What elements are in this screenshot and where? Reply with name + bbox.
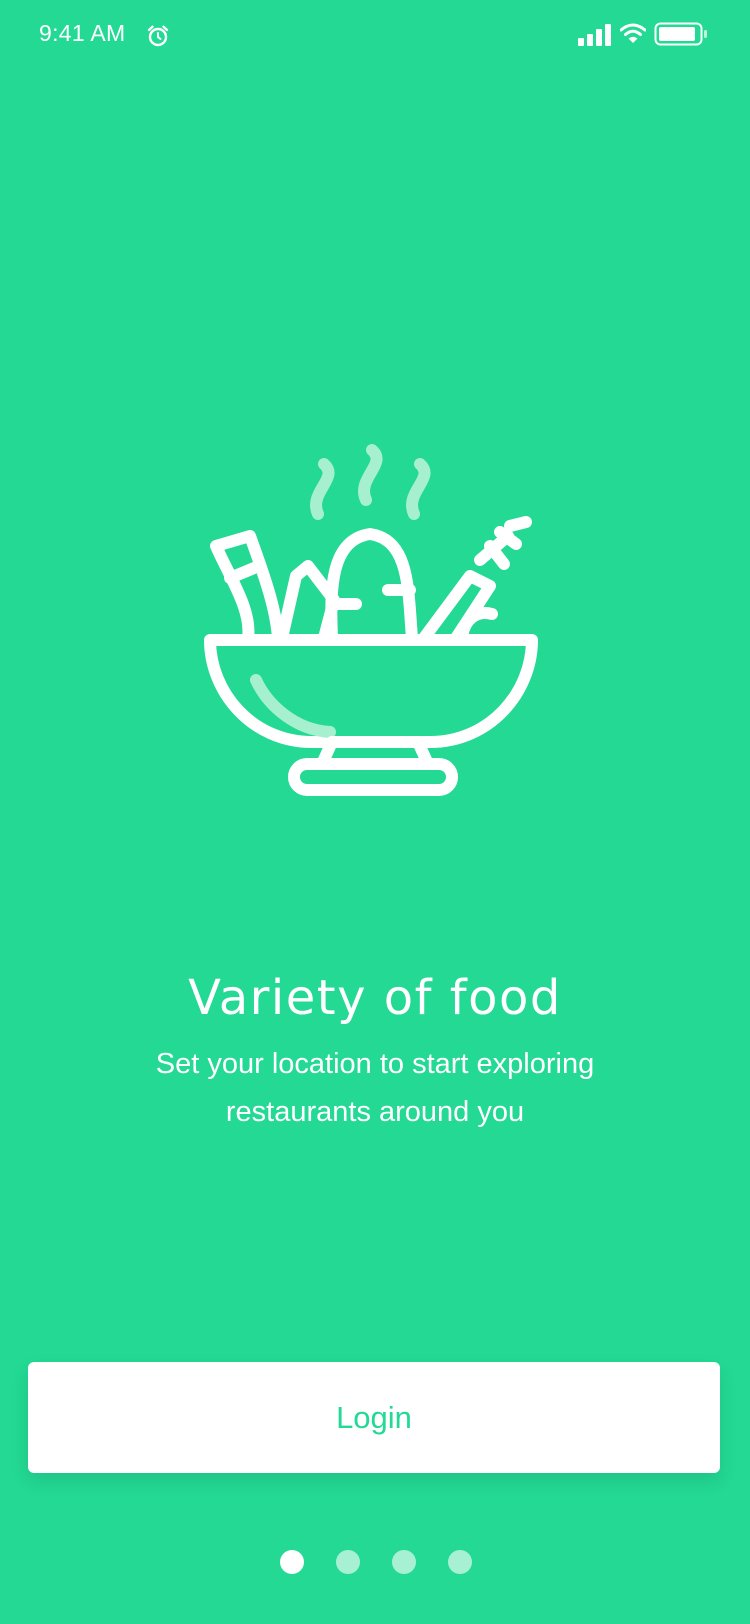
status-bar: 9:41 AM — [0, 0, 750, 70]
page-dot-2[interactable] — [336, 1550, 360, 1574]
onboarding-subtitle: Set your location to start exploring res… — [155, 1048, 595, 1128]
status-time: 9:41 AM — [39, 20, 126, 46]
wifi-icon — [620, 23, 646, 43]
alarm-icon — [147, 25, 169, 47]
page-dot-4[interactable] — [448, 1550, 472, 1574]
battery-icon — [654, 22, 707, 46]
page-indicator — [0, 1550, 750, 1574]
signal-icon — [578, 24, 611, 46]
login-button[interactable]: Login — [28, 1362, 720, 1473]
onboarding-screen: 9:41 AM Variety of food Set your locatio… — [0, 0, 750, 1624]
page-dot-3[interactable] — [392, 1550, 416, 1574]
page-dot-1-active[interactable] — [280, 1550, 304, 1574]
food-bowl-illustration — [204, 444, 538, 796]
onboarding-title: Variety of food — [188, 970, 562, 1026]
